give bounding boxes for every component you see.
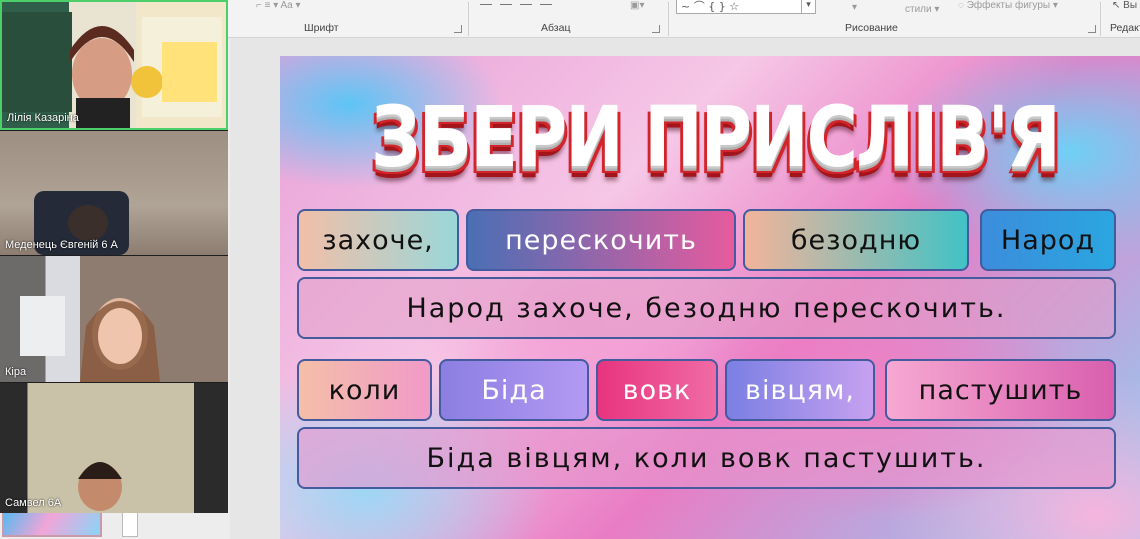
ribbon-group-font: Шрифт [304, 22, 339, 34]
drawing-dialog-launcher-icon[interactable] [1088, 25, 1096, 33]
ribbon-group-editing: Редакт [1110, 22, 1140, 34]
word-box[interactable]: пастушить [885, 359, 1116, 421]
slide-title[interactable]: ЗБЕРИ ПРИСЛІВ'Я [320, 88, 1110, 186]
participant-video [20, 296, 160, 382]
font-tools-icons[interactable]: ⌐ ≡ ▾ Aa ▾ [256, 0, 301, 11]
columns-icon[interactable]: ▣▾ [630, 0, 644, 11]
participant-tile[interactable]: Меденець Євгеній 6 А [0, 131, 228, 255]
word-box[interactable]: Народ [980, 209, 1116, 271]
slide-canvas[interactable]: ЗБЕРИ ПРИСЛІВ'Я захоче, перескочить безо… [280, 56, 1140, 539]
answer-sentence-box[interactable]: Народ захоче, безодню перескочить. [297, 277, 1116, 339]
word-box[interactable]: перескочить [466, 209, 736, 271]
word-box[interactable]: Біда [439, 359, 589, 421]
participant-name: Лілія Казаріна [7, 112, 79, 124]
participant-video [2, 12, 222, 128]
ribbon-separator [668, 2, 669, 36]
participant-name: Самвел 6А [5, 497, 62, 509]
slide-thumbnail[interactable] [2, 509, 102, 537]
participant-name: Кіра [5, 366, 27, 378]
shape-effects-button[interactable]: ◌ Эффекты фигуры ▾ [958, 0, 1058, 11]
ribbon-group-paragraph: Абзац [541, 22, 571, 34]
word-box[interactable]: вівцям, [725, 359, 875, 421]
gallery-more-icon[interactable]: ▾ [801, 0, 815, 13]
participant-name: Меденець Євгеній 6 А [5, 239, 118, 251]
app-window: ⌐ ≡ ▾ Aa ▾ Шрифт ▣▾ Абзац ~ ⌒ { } ☆ ▾ ▾ … [0, 0, 1140, 539]
video-call-panel: Лілія Казаріна Меденець Євгеній 6 А Кіра [0, 0, 228, 513]
answer-sentence-box[interactable]: Біда вівцям, коли вовк пастушить. [297, 427, 1116, 489]
participant-tile[interactable]: Кіра [0, 256, 228, 382]
word-box[interactable]: безодню [743, 209, 969, 271]
participant-video [34, 191, 129, 255]
ribbon-separator [1100, 2, 1101, 36]
ribbon-group-drawing: Рисование [845, 22, 898, 34]
shapes-gallery-icons: ~ ⌒ { } ☆ [681, 0, 740, 13]
justify-icon[interactable] [540, 4, 552, 14]
participant-video [78, 462, 122, 511]
shapes-gallery[interactable]: ~ ⌒ { } ☆ ▾ [676, 0, 816, 14]
quick-styles-label: стили [905, 4, 932, 15]
select-label: Вы [1123, 0, 1138, 11]
thumbnail-scrollbar[interactable] [122, 509, 138, 537]
participant-tile[interactable]: Лілія Казаріна [0, 0, 228, 130]
shape-effects-label: Эффекты фигуры [966, 0, 1051, 11]
word-box[interactable]: захоче, [297, 209, 459, 271]
font-dialog-launcher-icon[interactable] [454, 25, 462, 33]
ribbon-separator [468, 2, 469, 36]
participant-tile[interactable]: Самвел 6А [0, 383, 228, 513]
paragraph-dialog-launcher-icon[interactable] [652, 25, 660, 33]
word-box[interactable]: коли [297, 359, 432, 421]
align-center-icon[interactable] [500, 4, 512, 14]
word-box[interactable]: вовк [596, 359, 718, 421]
quick-styles-button[interactable]: стили ▾ [905, 4, 939, 15]
select-button[interactable]: ↖ Вы [1112, 0, 1137, 11]
align-right-icon[interactable] [520, 4, 532, 14]
align-left-icon[interactable] [480, 4, 492, 14]
arrange-chevron-icon[interactable]: ▾ [852, 2, 857, 13]
